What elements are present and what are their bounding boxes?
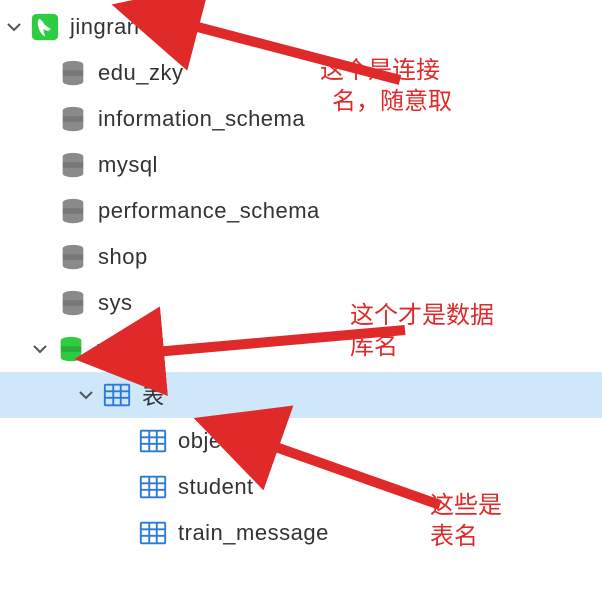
- database-label: sys: [98, 290, 133, 316]
- database-label: shop: [98, 244, 148, 270]
- chevron-down-icon[interactable]: [76, 385, 96, 405]
- tree-row-table[interactable]: object: [0, 418, 602, 464]
- database-label: performance_schema: [98, 198, 320, 224]
- table-icon: [138, 472, 168, 502]
- table-label: student: [178, 474, 254, 500]
- database-label: user: [96, 336, 141, 362]
- tree-row-database[interactable]: performance_schema: [0, 188, 602, 234]
- connection-icon: [30, 12, 60, 42]
- tree-row-database[interactable]: mysql: [0, 142, 602, 188]
- tree-row-database[interactable]: sys: [0, 280, 602, 326]
- database-icon: [58, 150, 88, 180]
- table-label: train_message: [178, 520, 329, 546]
- database-icon: [58, 58, 88, 88]
- tree-row-tables-group[interactable]: 表: [0, 372, 602, 418]
- chevron-down-icon[interactable]: [4, 17, 24, 37]
- chevron-down-icon[interactable]: [30, 339, 50, 359]
- database-icon: [58, 288, 88, 318]
- database-open-icon: [56, 334, 86, 364]
- table-icon: [138, 426, 168, 456]
- tables-group-label: 表: [142, 379, 165, 411]
- database-icon: [58, 242, 88, 272]
- database-label: edu_zky: [98, 60, 183, 86]
- table-group-icon: [102, 380, 132, 410]
- tree-row-table[interactable]: student: [0, 464, 602, 510]
- database-label: mysql: [98, 152, 158, 178]
- database-tree: jingran edu_zky information_schema mysql…: [0, 0, 602, 556]
- tree-row-database[interactable]: shop: [0, 234, 602, 280]
- tree-row-database-open[interactable]: user: [0, 326, 602, 372]
- tree-row-database[interactable]: edu_zky: [0, 50, 602, 96]
- table-icon: [138, 518, 168, 548]
- tree-row-connection[interactable]: jingran: [0, 4, 602, 50]
- tree-row-database[interactable]: information_schema: [0, 96, 602, 142]
- database-label: information_schema: [98, 106, 305, 132]
- table-label: object: [178, 428, 240, 454]
- database-icon: [58, 196, 88, 226]
- connection-label: jingran: [70, 14, 140, 40]
- database-icon: [58, 104, 88, 134]
- tree-row-table[interactable]: train_message: [0, 510, 602, 556]
